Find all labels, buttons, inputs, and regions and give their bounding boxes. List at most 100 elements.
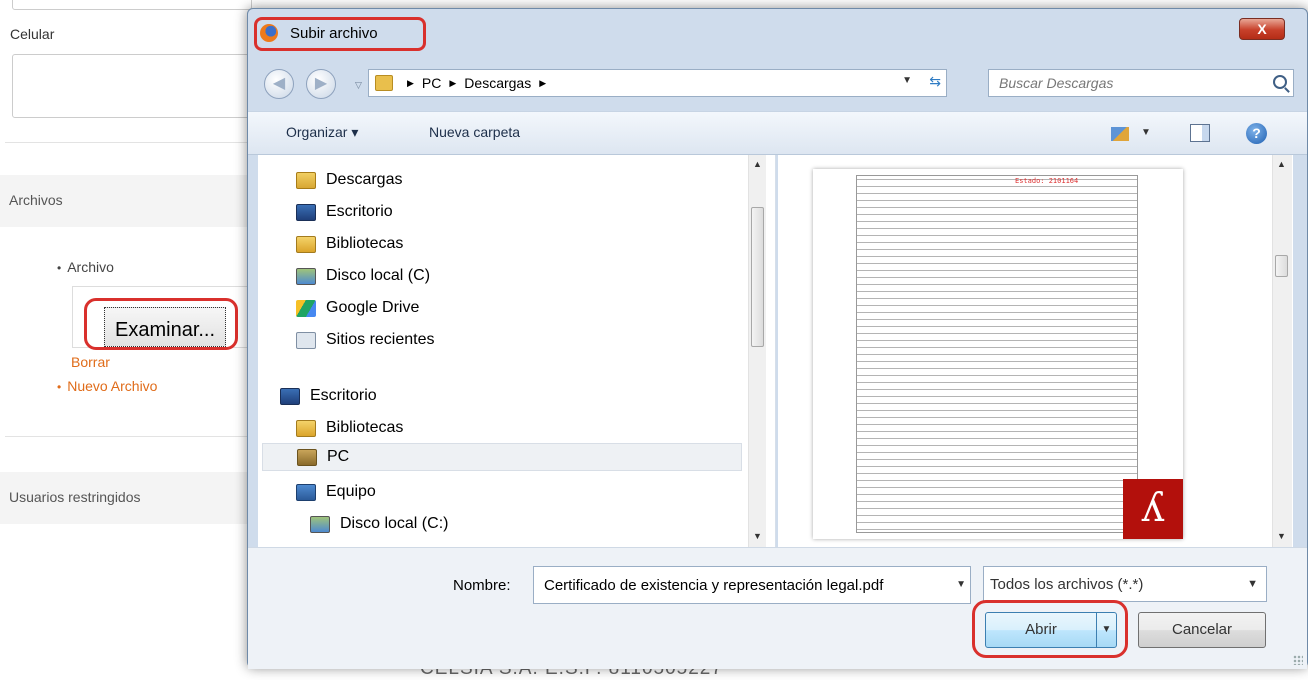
address-dropdown-icon[interactable]: ▼ (902, 75, 912, 86)
pdf-preview-page: Estado: 2101164 ʎ (813, 169, 1183, 539)
forward-arrow-icon: ▶ (314, 75, 328, 92)
nav-item-disco-local-c[interactable]: Disco local (C:) (310, 511, 610, 539)
history-dropdown-icon[interactable]: ▽ (355, 80, 362, 91)
scroll-down-icon[interactable]: ▼ (753, 531, 762, 541)
preview-pane-icon[interactable] (1190, 124, 1210, 142)
divider (5, 142, 255, 143)
nav-item-bibliotecas-root[interactable]: Bibliotecas (296, 415, 596, 443)
nav-item-label: Disco local (C) (326, 267, 431, 284)
nav-item-bibliotecas[interactable]: Bibliotecas (296, 231, 596, 259)
navigation-pane: Descargas Escritorio Bibliotecas Disco l… (258, 155, 776, 547)
nav-item-escritorio[interactable]: Escritorio (296, 199, 596, 227)
pdf-document-text (856, 175, 1138, 533)
scrollbar-thumb[interactable] (1275, 255, 1288, 277)
nav-pane-scrollbar[interactable]: ▲ ▼ (748, 155, 766, 547)
back-arrow-icon: ◀ (272, 75, 286, 92)
open-button-label: Abrir (1025, 621, 1057, 638)
refresh-icon[interactable]: ⇆ (929, 73, 941, 90)
scroll-down-icon[interactable]: ▼ (1277, 531, 1286, 541)
chevron-down-icon: ▼ (1247, 578, 1258, 590)
desktop-icon (296, 204, 316, 221)
resize-grip[interactable] (1293, 655, 1303, 665)
recent-places-icon (296, 332, 316, 349)
change-view-icon[interactable] (1111, 127, 1129, 141)
search-icon[interactable] (1273, 75, 1287, 89)
open-dropdown-icon[interactable]: ▼ (1096, 613, 1116, 647)
nav-item-pc[interactable]: PC (262, 443, 742, 471)
close-button[interactable]: X (1239, 18, 1285, 40)
usuarios-section-title: Usuarios restringidos (9, 489, 141, 505)
dialog-title: Subir archivo (290, 25, 378, 42)
nav-item-label: Bibliotecas (326, 419, 404, 436)
search-input[interactable] (997, 74, 1257, 92)
chevron-right-icon: ▶ (449, 78, 457, 88)
chevron-right-icon[interactable]: ▶ (539, 78, 546, 88)
celular-label: Celular (10, 26, 55, 42)
cancel-button[interactable]: Cancelar (1138, 612, 1266, 648)
filename-value: Certificado de existencia y representaci… (544, 577, 884, 594)
filename-input[interactable]: Certificado de existencia y representaci… (533, 566, 971, 604)
nav-item-label: Sitios recientes (326, 331, 435, 348)
dialog-titlebar[interactable]: Subir archivo X (248, 9, 1307, 59)
file-open-dialog: Subir archivo X ◀ ▶ ▽ ▶ PC ▶ Descargas ▶ ▼ ⇆… (247, 8, 1308, 669)
breadcrumb-pc[interactable]: PC (422, 75, 441, 91)
file-type-select[interactable]: Todos los archivos (*.*) ▼ (983, 566, 1267, 602)
scrollbar-thumb[interactable] (751, 207, 764, 347)
nav-item-disco-local[interactable]: Disco local (C) (296, 263, 596, 291)
filename-dropdown-icon[interactable]: ▼ (956, 579, 966, 590)
nav-item-label: Equipo (326, 483, 376, 500)
local-disk-icon (296, 268, 316, 285)
nav-item-label: Google Drive (326, 299, 420, 316)
libraries-icon (296, 420, 316, 437)
celular-field[interactable] (12, 54, 252, 118)
breadcrumb-descargas[interactable]: Descargas (464, 75, 531, 91)
new-folder-button[interactable]: Nueva carpeta (429, 124, 520, 140)
borrar-link[interactable]: Borrar (71, 354, 110, 370)
nav-item-label: Bibliotecas (326, 235, 404, 252)
scroll-up-icon[interactable]: ▲ (753, 159, 762, 169)
organize-menu[interactable]: Organizar ▾ (286, 124, 358, 141)
nav-item-label: Escritorio (310, 387, 377, 404)
nav-item-google-drive[interactable]: Google Drive (296, 295, 596, 323)
preview-pane: Estado: 2101164 ʎ (778, 155, 1293, 547)
help-icon[interactable]: ? (1246, 123, 1267, 144)
nav-item-label: Escritorio (326, 203, 393, 220)
nav-item-equipo[interactable]: Equipo (296, 479, 596, 507)
firefox-icon (260, 24, 278, 42)
scroll-up-icon[interactable]: ▲ (1277, 159, 1286, 169)
pdf-logo-icon: ʎ (1123, 479, 1183, 539)
pdf-stamp: Estado: 2101164 (1015, 177, 1079, 185)
desktop-icon (280, 388, 300, 405)
nav-item-sitios-recientes[interactable]: Sitios recientes (296, 327, 596, 355)
nav-item-descargas[interactable]: Descargas (296, 167, 596, 195)
back-button[interactable]: ◀ (264, 69, 294, 99)
preview-scrollbar[interactable]: ▲ ▼ (1272, 155, 1292, 547)
breadcrumb: ▶ PC ▶ Descargas ▶ (399, 75, 554, 91)
nav-item-label: PC (327, 448, 350, 465)
downloads-folder-icon (375, 75, 393, 91)
view-dropdown-icon[interactable]: ▼ (1141, 127, 1151, 138)
command-toolbar: Organizar ▾ Nueva carpeta ▼ ? (248, 111, 1307, 155)
forward-button[interactable]: ▶ (306, 69, 336, 99)
previous-input-field[interactable] (12, 0, 252, 10)
computer-icon (296, 484, 316, 501)
local-disk-icon (310, 516, 330, 533)
dialog-footer: Nombre: Certificado de existencia y repr… (248, 547, 1307, 669)
nav-item-label: Descargas (326, 171, 403, 188)
search-box[interactable] (988, 69, 1294, 97)
pc-icon (297, 449, 317, 466)
examinar-button[interactable]: Examinar... (104, 307, 226, 347)
divider (5, 436, 255, 437)
file-type-value: Todos los archivos (*.*) (990, 576, 1144, 593)
archivos-section-title: Archivos (9, 192, 63, 208)
navigation-bar: ◀ ▶ ▽ ▶ PC ▶ Descargas ▶ ▼ ⇆ (248, 61, 1307, 107)
filename-label: Nombre: (453, 577, 511, 594)
archivo-item: Archivo (57, 259, 114, 275)
nuevo-archivo-link[interactable]: Nuevo Archivo (57, 378, 157, 394)
archivos-section-header: Archivos (0, 175, 255, 227)
address-bar[interactable]: ▶ PC ▶ Descargas ▶ ▼ ⇆ (368, 69, 947, 97)
nav-item-escritorio-root[interactable]: Escritorio (280, 383, 580, 411)
open-button[interactable]: Abrir ▼ (985, 612, 1117, 648)
downloads-folder-icon (296, 172, 316, 189)
chevron-right-icon: ▶ (407, 78, 414, 88)
